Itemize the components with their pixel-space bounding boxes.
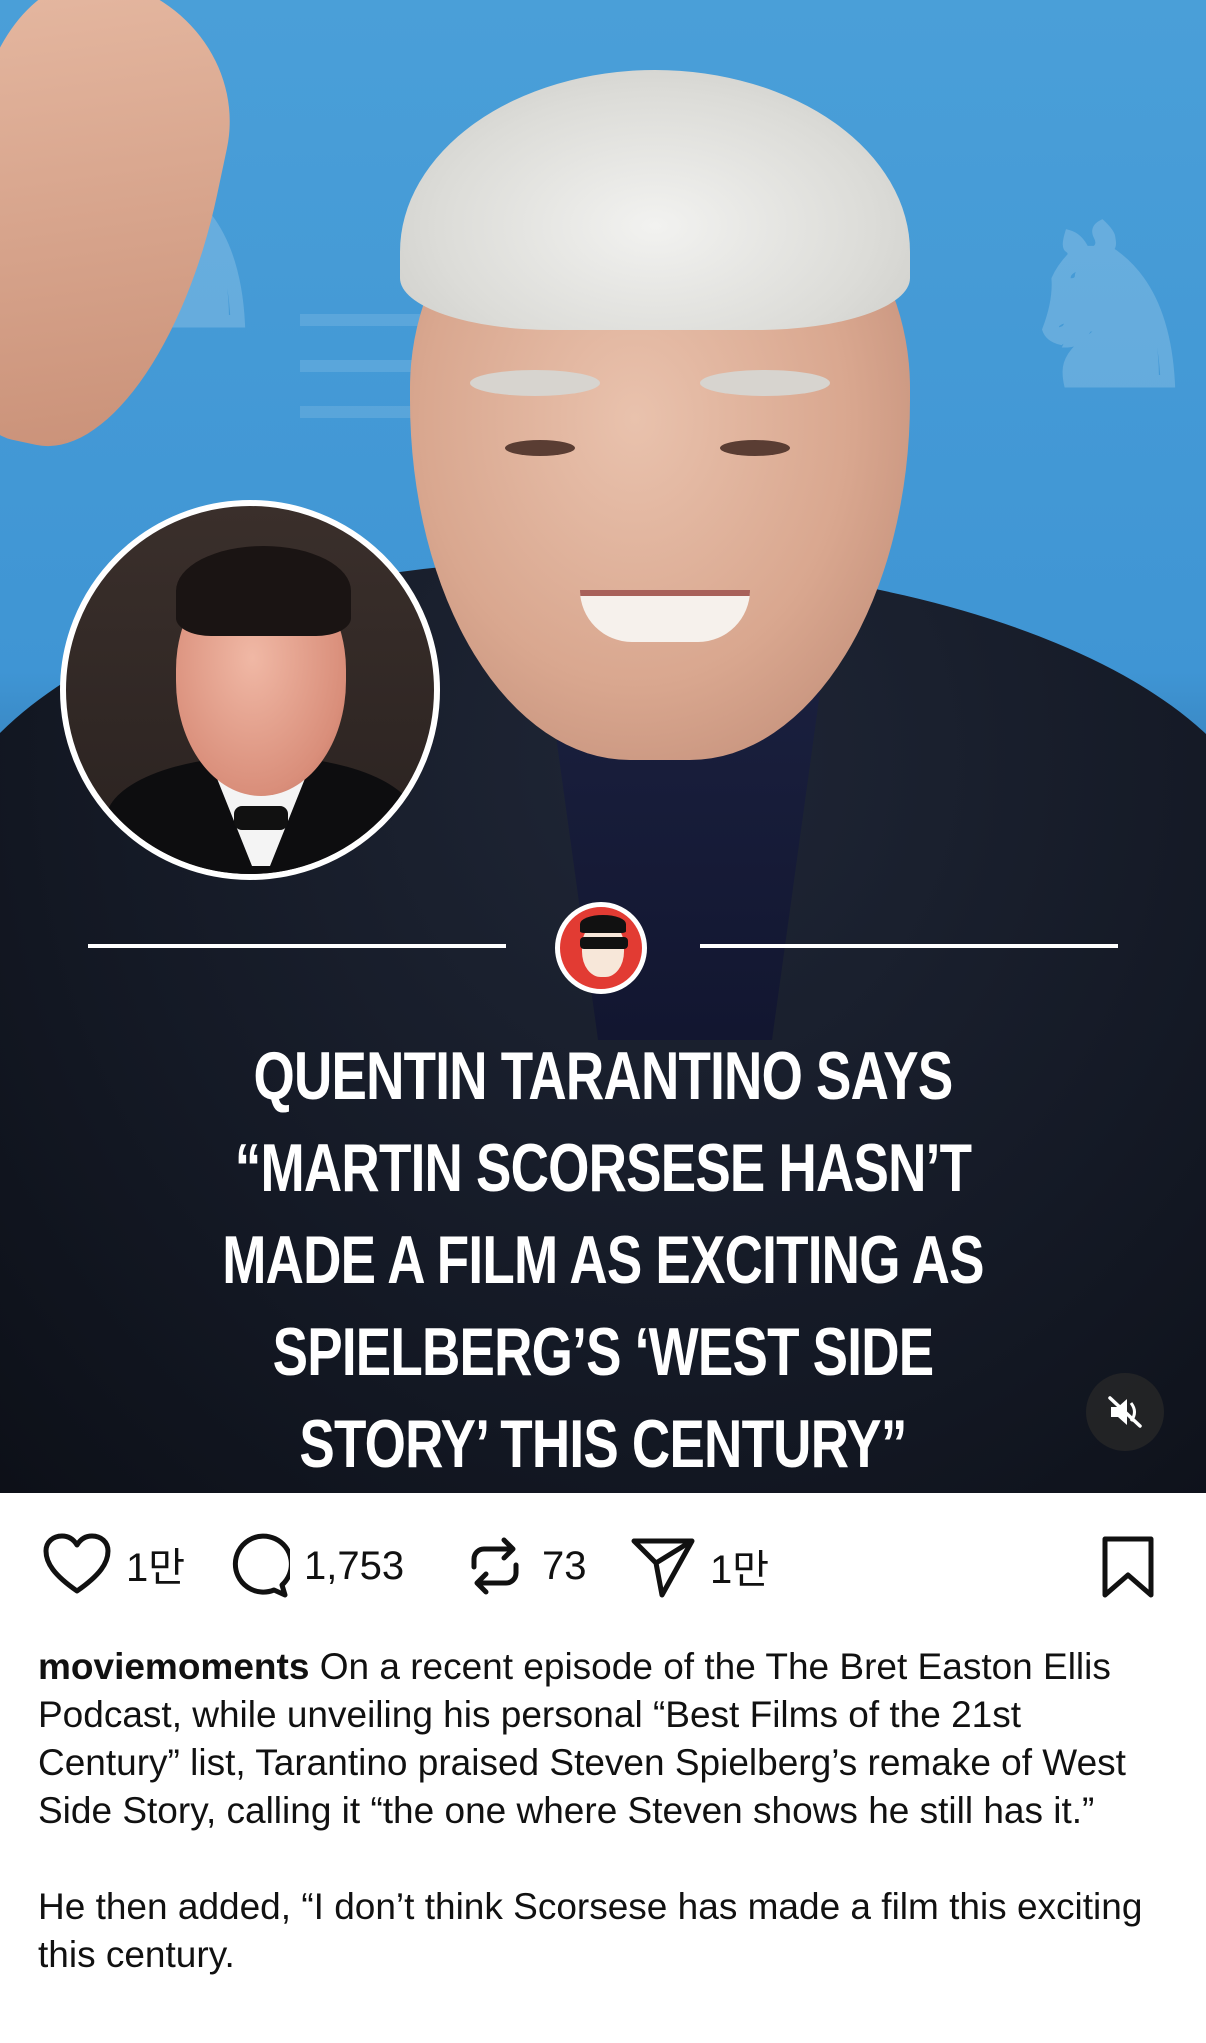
inset-portrait: [60, 500, 440, 880]
comment-icon: [232, 1533, 290, 1598]
comment-button[interactable]: 1,753: [224, 1533, 404, 1599]
post-media[interactable]: ♞ ♞ ▬▬▬▬▬▬▬▬▬▬ QUENTIN TARANTINO SAYS “M…: [0, 0, 1206, 1493]
inset-bowtie: [234, 806, 288, 830]
brand-hair: [580, 915, 626, 933]
like-count: 1만: [126, 1546, 186, 1590]
share-icon: [631, 1538, 695, 1598]
caption-username[interactable]: moviemoments: [38, 1646, 309, 1687]
divider-right: [700, 944, 1118, 948]
bookmark-icon: [1102, 1536, 1154, 1598]
subject-smile: [580, 590, 750, 642]
subject-eye: [505, 440, 575, 456]
backdrop-logo: ♞: [1010, 188, 1206, 432]
post-headline: QUENTIN TARANTINO SAYS “MARTIN SCORSESE …: [222, 1038, 984, 1482]
subject-eye: [720, 440, 790, 456]
heart-icon: [43, 1533, 111, 1594]
share-count: 1만: [710, 1548, 770, 1592]
subject-brow: [470, 370, 600, 396]
brand-glasses: [580, 937, 628, 949]
brand-logo-icon: [555, 902, 647, 994]
like-button[interactable]: 1만: [42, 1533, 185, 1595]
bookmark-button[interactable]: [1100, 1535, 1156, 1604]
mute-button[interactable]: [1086, 1373, 1164, 1451]
repost-icon: [471, 1537, 519, 1595]
caption-paragraph: moviemoments On a recent episode of the …: [38, 1643, 1168, 1835]
action-bar: 1만 1,753 73 1만: [0, 1493, 1206, 1643]
caption-paragraph-2: He then added, “I don’t think Scorsese h…: [38, 1886, 1143, 1975]
inset-hair: [176, 546, 351, 636]
speaker-muted-icon: [1108, 1396, 1142, 1428]
comment-count: 1,753: [304, 1543, 405, 1588]
repost-button[interactable]: 73: [462, 1533, 587, 1599]
subject-brow: [700, 370, 830, 396]
subject-hair: [400, 70, 910, 330]
divider-left: [88, 944, 506, 948]
repost-count: 73: [542, 1543, 587, 1588]
share-button[interactable]: 1만: [630, 1533, 769, 1599]
post-caption: moviemoments On a recent episode of the …: [0, 1643, 1206, 1979]
